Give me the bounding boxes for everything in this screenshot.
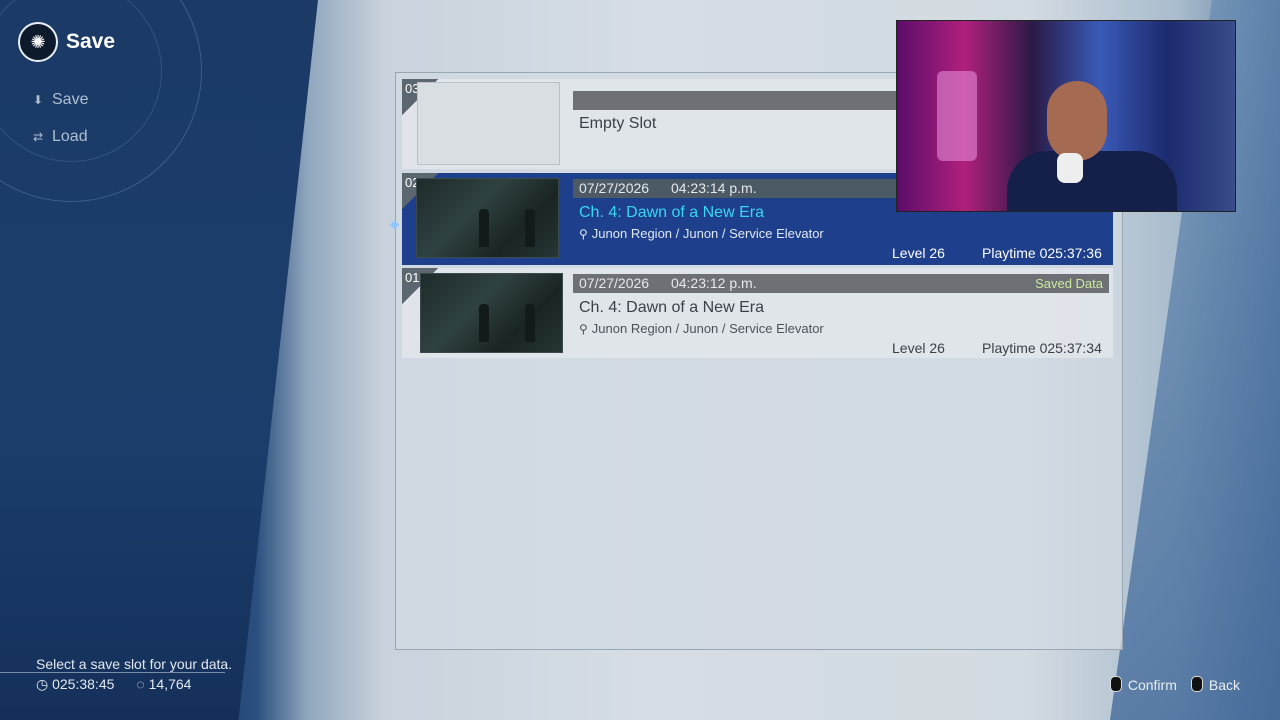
slot-level: Level 26	[892, 340, 945, 356]
slot-time: 04:23:14 p.m.	[670, 180, 757, 196]
confirm-prompt[interactable]: Confirm	[1109, 676, 1177, 693]
slot-title: Ch. 4: Dawn of a New Era	[579, 204, 764, 221]
button-prompts: Confirm Back	[1109, 676, 1240, 693]
mouse-left-icon	[1109, 676, 1122, 692]
confirm-label: Confirm	[1127, 677, 1177, 693]
location-pin-icon: ⚲	[579, 227, 588, 241]
slot-level: Level 26	[892, 245, 945, 261]
page-title: Save	[66, 30, 116, 53]
menu-item-label: Save	[52, 91, 89, 108]
slot-location-text: Junon Region / Junon / Service Elevator	[591, 321, 824, 336]
menu-item-label: Load	[52, 128, 88, 145]
slot-playtime: Playtime 025:37:34	[982, 340, 1102, 356]
playtime-value: 025:38:45	[52, 676, 115, 692]
streamer-body	[1007, 151, 1177, 211]
download-icon: ⬇	[32, 93, 44, 107]
slot-header-bar: 07/27/2026 04:23:12 p.m. Saved Data	[573, 274, 1109, 293]
footer-divider	[0, 672, 225, 673]
menu-item-load[interactable]: ⇄ Load	[32, 128, 88, 146]
menu-item-save[interactable]: ⬇ Save	[32, 91, 89, 109]
slot-title: Empty Slot	[579, 115, 657, 132]
slot-date: 07/27/2026	[579, 275, 650, 291]
slot-playtime: Playtime 025:37:36	[982, 245, 1102, 261]
slot-location: ⚲ Junon Region / Junon / Service Elevator	[579, 226, 824, 241]
gil-value: 14,764	[148, 676, 192, 692]
selection-cursor-icon: ◆	[390, 217, 400, 231]
slot-location: ⚲ Junon Region / Junon / Service Elevator	[579, 321, 824, 336]
streamer-head	[1047, 81, 1107, 161]
footer-stats: ◷ 025:38:45 ◌ 14,764	[36, 676, 191, 693]
gil-stat: ◌ 14,764	[136, 676, 191, 693]
back-label: Back	[1208, 677, 1240, 693]
slot-thumbnail	[420, 273, 563, 353]
slot-thumbnail	[416, 178, 559, 258]
saved-data-badge: Saved Data	[1035, 276, 1103, 291]
slot-thumbnail	[417, 82, 560, 165]
location-pin-icon: ⚲	[579, 322, 588, 336]
microphone-icon	[1057, 153, 1083, 183]
background-light	[937, 71, 977, 161]
swap-icon: ⇄	[32, 130, 44, 144]
save-slot-01[interactable]: 01 07/27/2026 04:23:12 p.m. Saved Data C…	[402, 268, 1113, 358]
menu-header: ✺ Save	[18, 22, 115, 62]
slot-time: 04:23:12 p.m.	[670, 275, 757, 291]
playtime-stat: ◷ 025:38:45	[36, 676, 114, 693]
clock-icon: ◷	[36, 676, 49, 692]
gil-icon: ◌	[136, 676, 145, 692]
slot-location-text: Junon Region / Junon / Service Elevator	[591, 226, 824, 241]
back-prompt[interactable]: Back	[1190, 676, 1240, 693]
help-text: Select a save slot for your data.	[36, 656, 233, 672]
slot-title: Ch. 4: Dawn of a New Era	[579, 299, 764, 316]
save-menu-icon: ✺	[18, 22, 58, 62]
mouse-right-icon	[1190, 676, 1203, 692]
webcam-overlay	[896, 20, 1236, 212]
slot-date: 07/27/2026	[579, 180, 650, 196]
